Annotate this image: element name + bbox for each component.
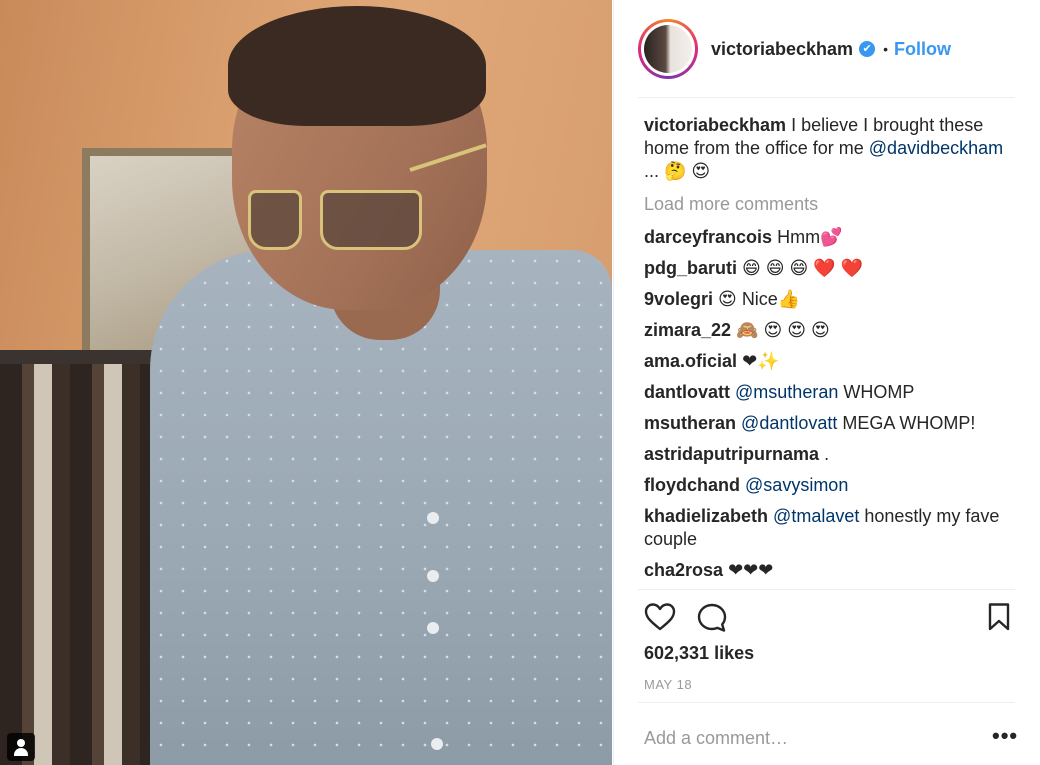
add-comment-input[interactable] (644, 726, 964, 750)
post-side-panel: victoriabeckham ✔ • Follow victoriabeckh… (613, 0, 1040, 765)
comment-text: ❤✨ (742, 351, 780, 371)
action-bar (644, 602, 1014, 634)
separator-dot: • (883, 41, 888, 57)
comment-item: zimara_22 🙈 😍 😍 😍 (644, 319, 1014, 342)
comment-bubble-icon[interactable] (696, 602, 728, 634)
comment-text: 🙈 😍 😍 😍 (736, 320, 830, 340)
load-more-comments-button[interactable]: Load more comments (644, 193, 1014, 216)
hair (228, 6, 486, 126)
comment-item: pdg_baruti 😄 😄 😄 ❤️ ❤️ (644, 257, 1014, 280)
comment-username[interactable]: cha2rosa (644, 560, 723, 580)
sunglasses-right-lens (320, 190, 422, 250)
likes-count[interactable]: 602,331 likes (644, 643, 754, 664)
comment-text: 😄 😄 😄 ❤️ ❤️ (742, 258, 864, 278)
caption: victoriabeckham I believe I brought thes… (644, 114, 1014, 183)
post-date: MAY 18 (644, 677, 693, 692)
comment-username[interactable]: pdg_baruti (644, 258, 737, 278)
post-photo[interactable] (0, 0, 612, 765)
comment-username[interactable]: astridaputripurnama (644, 444, 819, 464)
comment-item: 9volegri 😍 Nice👍 (644, 288, 1014, 311)
post-header: victoriabeckham ✔ • Follow (638, 18, 1018, 80)
comment-mention[interactable]: @msutheran (735, 382, 838, 402)
comment-text: WHOMP (843, 382, 915, 402)
comment-item: msutheran @dantlovatt MEGA WHOMP! (644, 412, 1014, 435)
comment-mention[interactable]: @dantlovatt (741, 413, 837, 433)
follow-button[interactable]: Follow (894, 39, 951, 60)
comment-item: cha2rosa ❤❤❤ (644, 559, 1014, 582)
user-tag-icon[interactable] (7, 733, 35, 761)
bookmark-icon[interactable] (986, 602, 1012, 632)
verified-badge-icon: ✔ (859, 41, 876, 57)
caption-username[interactable]: victoriabeckham (644, 115, 786, 135)
comment-text: . (824, 444, 830, 464)
comment-text: ❤❤❤ (728, 560, 774, 580)
header-username[interactable]: victoriabeckham (711, 39, 853, 60)
more-options-icon[interactable]: ••• (992, 725, 1018, 747)
caption-suffix: ... 🤔 😍 (644, 161, 711, 181)
comment-mention[interactable]: @tmalavet (773, 506, 859, 526)
caption-mention[interactable]: @davidbeckham (869, 138, 1003, 158)
comment-item: darceyfrancois Hmm💕 (644, 226, 1014, 249)
divider (638, 97, 1015, 98)
avatar[interactable] (638, 19, 698, 79)
divider (638, 589, 1015, 590)
comment-username[interactable]: ama.oficial (644, 351, 737, 371)
comment-username[interactable]: zimara_22 (644, 320, 731, 340)
sunglasses-left-lens (248, 190, 302, 250)
comment-username[interactable]: msutheran (644, 413, 736, 433)
comments-list: victoriabeckham I believe I brought thes… (644, 114, 1014, 590)
divider (638, 702, 1015, 703)
comment-username[interactable]: darceyfrancois (644, 227, 772, 247)
comment-item: floydchand @savysimon (644, 474, 1014, 497)
comment-item: dantlovatt @msutheran WHOMP (644, 381, 1014, 404)
comment-username[interactable]: floydchand (644, 475, 740, 495)
heart-icon[interactable] (644, 602, 676, 632)
comment-username[interactable]: khadielizabeth (644, 506, 768, 526)
comment-username[interactable]: 9volegri (644, 289, 713, 309)
comment-item: khadielizabeth @tmalavet honestly my fav… (644, 505, 1014, 551)
comment-username[interactable]: dantlovatt (644, 382, 730, 402)
comment-item: ama.oficial ❤✨ (644, 350, 1014, 373)
comment-mention[interactable]: @savysimon (745, 475, 848, 495)
comment-text: 😍 Nice👍 (718, 289, 801, 309)
comment-item: astridaputripurnama . (644, 443, 1014, 466)
comment-text: MEGA WHOMP! (842, 413, 976, 433)
comment-text: Hmm💕 (777, 227, 843, 247)
